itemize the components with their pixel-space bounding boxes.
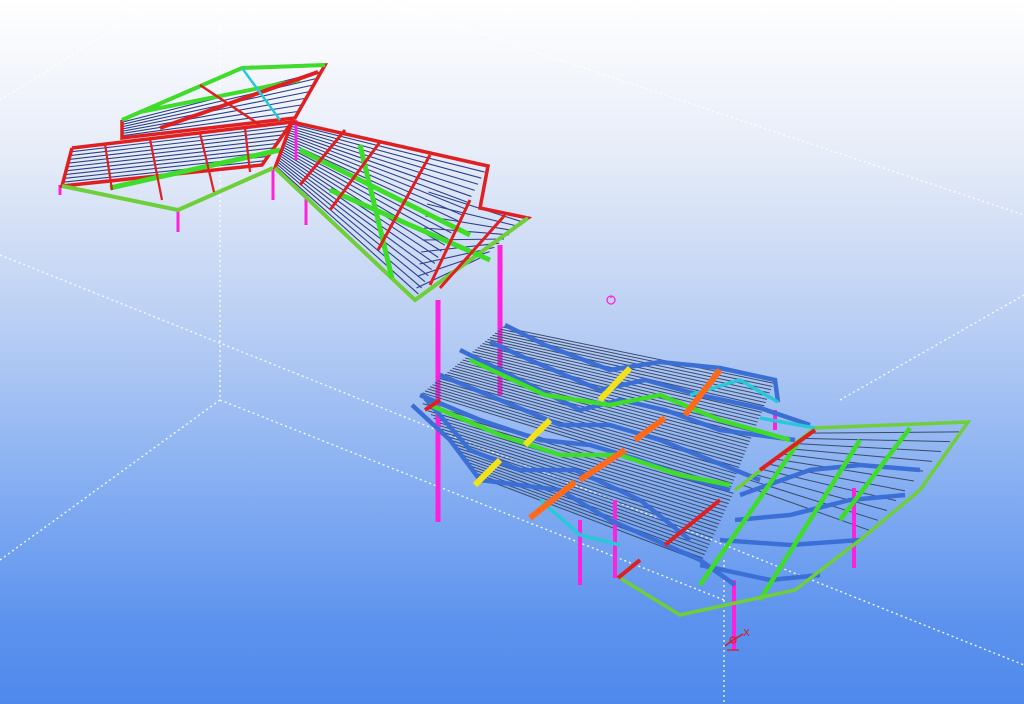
purlin (801, 437, 951, 443)
purlin (499, 328, 773, 387)
origin-axis-label: X (743, 628, 750, 639)
purlin (788, 448, 933, 462)
coordinate-axes-icon: X (724, 626, 750, 651)
purlin (808, 431, 960, 434)
structural-model-scene[interactable]: X (0, 0, 1024, 704)
purlin (794, 443, 942, 452)
right-panel-rafters (298, 129, 507, 289)
rotation-center-icon (606, 295, 616, 305)
boundary-line-right (839, 294, 1024, 401)
boundary-line-top-right (379, 0, 1024, 216)
purlin (442, 375, 743, 462)
purlin (290, 125, 482, 179)
boundary-line-lower-left (0, 399, 221, 561)
purlin (291, 123, 485, 173)
right-panel-edge-beam[interactable] (272, 119, 533, 303)
boundary-line-top-left (0, 0, 161, 101)
model-3d-viewport[interactable]: X (0, 0, 1024, 704)
